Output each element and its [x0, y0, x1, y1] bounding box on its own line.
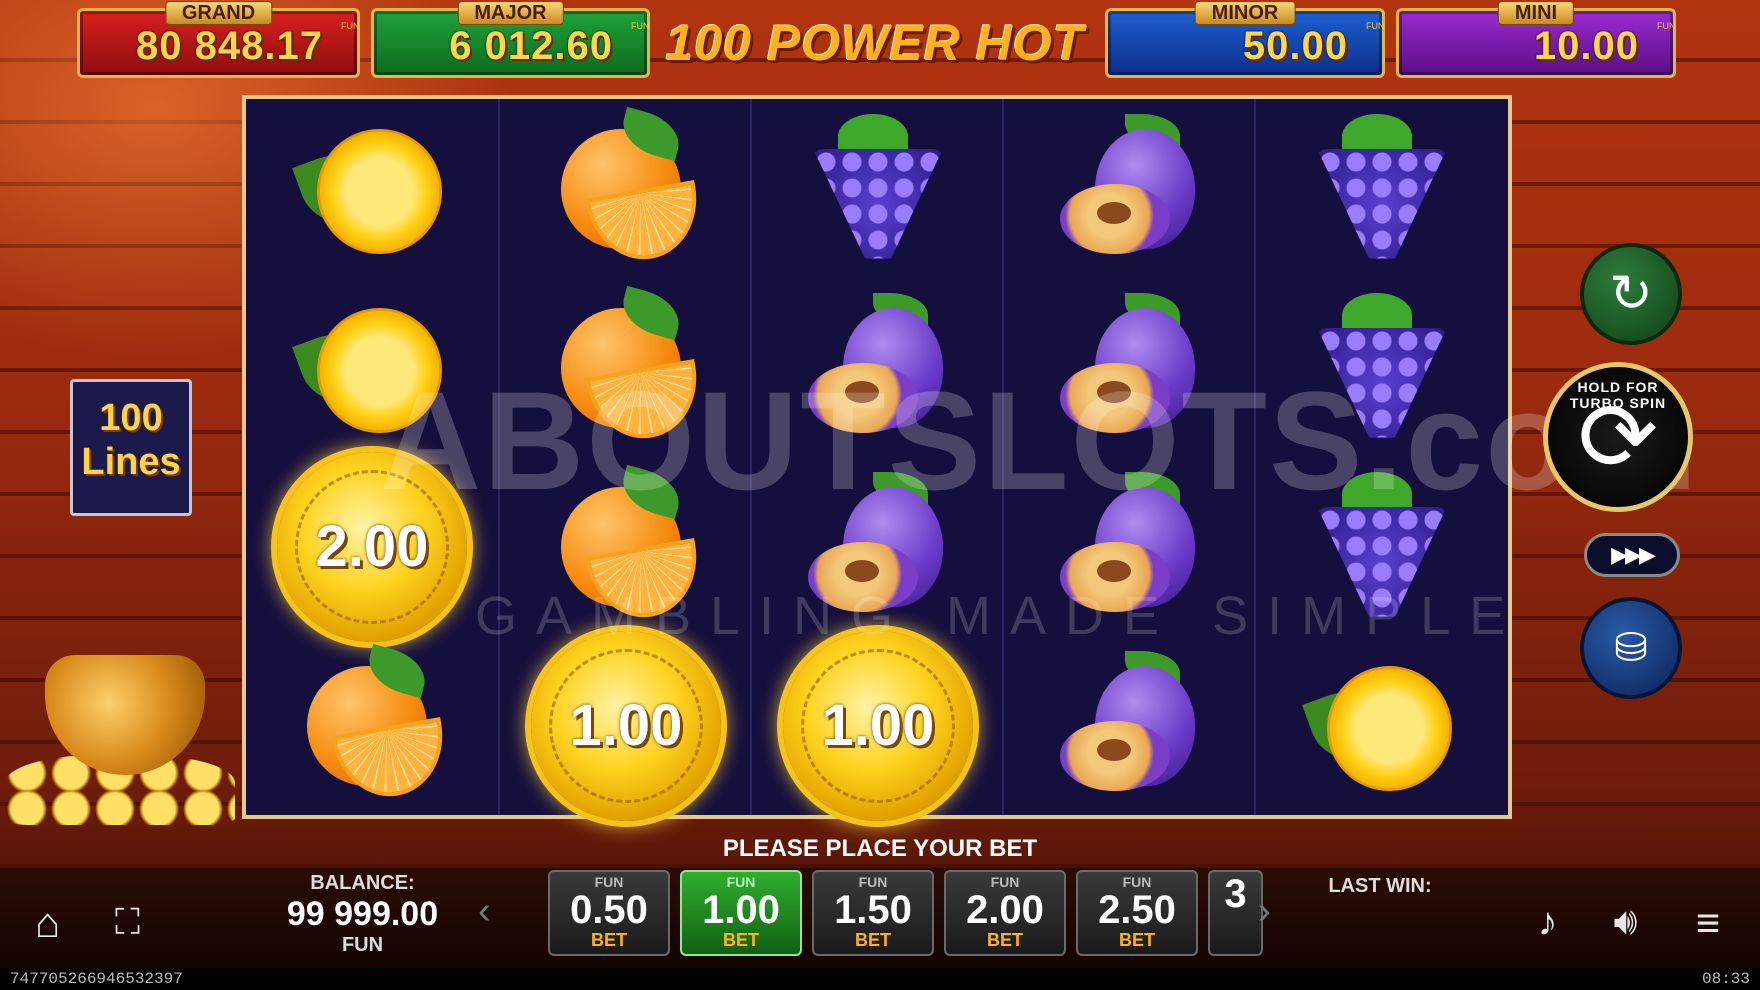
status-bar: 747705266946532397 08:33: [0, 968, 1760, 990]
home-button[interactable]: ⌂: [20, 895, 75, 950]
grapes-icon: [1307, 113, 1457, 264]
bet-amount: 2.00: [966, 888, 1044, 932]
bet-label: BET: [987, 930, 1023, 950]
jackpot-mini-value: 10.00: [1533, 24, 1639, 68]
lines-label: Lines: [81, 441, 181, 483]
reel-cell: [1004, 636, 1256, 815]
lines-number: 100: [99, 397, 163, 439]
bet-scroll-left-button[interactable]: ‹: [478, 890, 491, 933]
jackpot-mini: MINI 10.00 FUN: [1396, 1, 1676, 78]
hamburger-menu-icon: ≡: [1695, 898, 1721, 946]
game-title: 100 POWER HOT: [665, 15, 1085, 71]
bet-option-partial[interactable]: 3: [1208, 870, 1263, 956]
music-toggle-button[interactable]: ♪: [1520, 895, 1575, 950]
jackpot-major-label: MAJOR: [457, 1, 564, 25]
bet-label: BET: [1119, 930, 1155, 950]
reel-cell: [246, 99, 498, 278]
spin-hint: HOLD FOR TURBO SPIN: [1569, 379, 1667, 411]
balance-label: BALANCE:: [310, 872, 415, 894]
bet-label: BET: [723, 930, 759, 950]
reel-cell: [246, 636, 498, 815]
bet-amount: 0.50: [570, 888, 648, 932]
balance-currency: FUN: [341, 934, 384, 956]
reel-cell: [1256, 99, 1508, 278]
bet-label: BET: [591, 930, 627, 950]
jackpot-mini-fun: FUN: [1657, 21, 1676, 31]
balance-value: 99 999.00: [286, 895, 439, 933]
reel-cell: 1.00: [752, 630, 1004, 821]
bet-amount: 1.50: [834, 888, 912, 932]
reel-cell: 1.00: [500, 630, 752, 821]
orange-icon: [551, 106, 707, 268]
bet-amount: 1.00: [702, 888, 780, 932]
jackpot-major: MAJOR 6 012.60 FUN: [371, 1, 650, 78]
bet-option[interactable]: FUN 0.50 BET: [548, 870, 670, 956]
session-id: 747705266946532397: [10, 970, 183, 988]
reel-cell: [1256, 636, 1508, 815]
jackpot-grand: GRAND 80 848.17 FUN: [77, 1, 360, 78]
watermark-tagline: GAMBLING MADE SIMPLE: [475, 586, 1525, 646]
coin-value-button[interactable]: ⛁: [1580, 597, 1682, 699]
bet-scroll-right-button[interactable]: ›: [1258, 890, 1271, 933]
jackpot-minor-value: 50.00: [1242, 24, 1348, 68]
turbo-button[interactable]: ▶▶▶: [1584, 533, 1680, 577]
coin-value: 1.00: [569, 693, 683, 758]
lines-badge: 100 Lines: [70, 379, 192, 516]
lemon-icon: [292, 124, 442, 254]
jackpot-minor: MINOR 50.00 FUN: [1105, 1, 1385, 78]
jackpot-grand-value: 80 848.17: [136, 24, 323, 68]
bet-option[interactable]: FUN 2.50 BET: [1076, 870, 1198, 956]
bet-amount: 2.50: [1098, 888, 1176, 932]
jackpot-minor-fun: FUN: [1366, 21, 1385, 31]
gold-coin-icon: 1.00: [783, 630, 973, 821]
grapes-icon: [803, 113, 953, 264]
fullscreen-icon: ⛶: [114, 901, 141, 942]
plum-icon: [1055, 113, 1205, 264]
home-icon: ⌂: [34, 898, 61, 946]
jackpot-minor-label: MINOR: [1194, 1, 1296, 25]
clock-time: 08:33: [1701, 970, 1750, 988]
coin-value: 1.00: [821, 693, 935, 758]
spin-button[interactable]: HOLD FOR TURBO SPIN ⟳: [1543, 362, 1693, 512]
bet-option[interactable]: FUN 1.50 BET: [812, 870, 934, 956]
autoplay-icon: ↻: [1609, 265, 1653, 323]
bet-prompt: PLEASE PLACE YOUR BET: [722, 835, 1038, 862]
reel-cell: [1004, 99, 1256, 278]
orange-icon: [297, 643, 453, 805]
watermark: ABOUTSLOTS.com: [380, 362, 1700, 519]
fullscreen-button[interactable]: ⛶: [100, 895, 155, 950]
reel-cell: [500, 99, 752, 278]
jackpot-mini-label: MINI: [1497, 1, 1575, 25]
jackpot-grand-fun: FUN: [341, 21, 360, 31]
last-win-label: LAST WIN:: [1328, 875, 1432, 897]
balance-display: BALANCE: 99 999.00 FUN: [270, 872, 455, 957]
bet-option-selected[interactable]: FUN 1.00 BET: [680, 870, 802, 956]
sound-toggle-button[interactable]: 🔊︎: [1598, 895, 1653, 950]
gold-pot-icon: [5, 655, 235, 825]
jackpot-major-fun: FUN: [631, 21, 650, 31]
music-note-icon: ♪: [1537, 900, 1558, 944]
jackpot-major-value: 6 012.60: [449, 24, 613, 68]
lemon-icon: [1302, 661, 1452, 791]
bet-label: BET: [855, 930, 891, 950]
coin-value: 2.00: [315, 514, 429, 579]
reel-cell: [752, 99, 1004, 278]
menu-button[interactable]: ≡: [1678, 895, 1738, 950]
fast-forward-icon: ▶▶▶: [1611, 542, 1656, 567]
speaker-icon: 🔊︎: [1613, 901, 1638, 943]
bet-amount: 3: [1224, 872, 1247, 916]
autoplay-button[interactable]: ↻: [1580, 243, 1682, 345]
gold-coin-icon: 1.00: [531, 630, 721, 821]
coins-stack-icon: ⛁: [1614, 626, 1648, 670]
plum-icon: [1055, 650, 1205, 801]
bet-option[interactable]: FUN 2.00 BET: [944, 870, 1066, 956]
jackpot-grand-label: GRAND: [164, 1, 273, 25]
